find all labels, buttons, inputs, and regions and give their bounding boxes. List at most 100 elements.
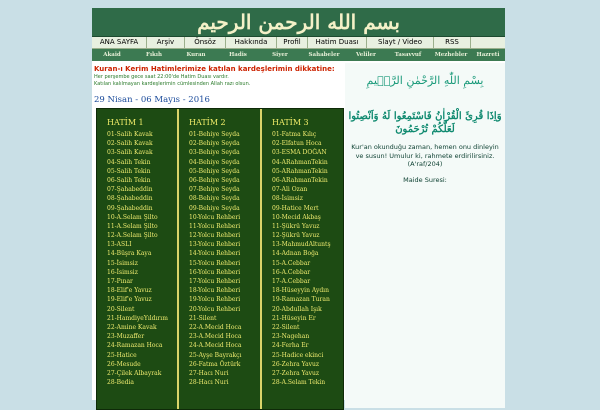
hatim-entry: 17-Pınar: [107, 278, 133, 285]
hatim-entry: 22-Amine Kavak: [107, 323, 157, 331]
notice-line-2: Katılan kalılmayan kardeşlerimin cümlesi…: [94, 81, 251, 87]
hatim-entry: 22-A.Mecid Hoca: [189, 323, 242, 331]
hatim-entry: 23-A.Mecid Hoca: [189, 333, 242, 341]
hatim-entry: 01-Behiye Seyda: [189, 131, 240, 138]
hatim-entry: 14-Yolcu Rehberi: [189, 250, 241, 258]
hatim-entry: 04-Behiye Seyda: [189, 158, 240, 166]
hatim-entry: 04-ARahmanTekin: [272, 158, 328, 166]
hatim-entry: 02-Behiye Seyda: [189, 140, 240, 148]
hatim-entry: 05-Salih Tekin: [107, 167, 151, 175]
nav-item-ana-sayfa[interactable]: ANA SAYFA: [92, 37, 147, 48]
hatim-entry: 27-Çilek Albayrak: [107, 369, 162, 377]
hatim-entry: 09-Behiye Seyda: [189, 204, 240, 212]
hatim-entry: 02-Salih Kavak: [107, 140, 153, 148]
hatim-entry: 14-Adnan Boğa: [272, 250, 319, 258]
nav2-item-sahabeler[interactable]: Sahabeler: [304, 49, 344, 61]
hatim-entry: 28-Bedia: [107, 379, 134, 387]
hatim-entry: 05-Behiye Seyda: [189, 167, 240, 175]
hatim-entry: 18-Yolcu Rehberi: [189, 287, 241, 295]
hatim-entry: 21-Silent: [189, 314, 217, 322]
ayah-translation: Kur'an okunduğu zaman, hemen onu dinleyi…: [351, 143, 499, 168]
nav2-item-hadis[interactable]: Hadis: [220, 49, 256, 61]
hatim-entry: 24-Ramazan Hoca: [107, 342, 163, 350]
hatim-entry: 17-Yolcu Rehberi: [189, 278, 241, 285]
hatim-entry: 19-Ramazan Turan: [272, 296, 330, 304]
page-container: بسم الله الرحمن الرحيم ANA SAYFA Arşiv Ö…: [92, 8, 505, 410]
hatim-entry: 23-Muzaffer: [107, 333, 145, 341]
site-title: بسم الله الرحمن الرحيم: [197, 10, 400, 34]
hatim-entry: 19-Yolcu Rehberi: [189, 296, 241, 304]
site-header: بسم الله الرحمن الرحيم: [92, 8, 505, 37]
hatim-entry: 20-Yolcu Rehberi: [189, 305, 241, 313]
nav2-item-fikih[interactable]: Fıkıh: [136, 49, 172, 61]
hatim-entry: 08-İsimsiz: [272, 195, 303, 203]
hatim-entry: 03-Salih Kavak: [107, 149, 153, 157]
hatim-entry: 20-Abdullah Işık: [272, 305, 322, 313]
hatim-entry: 02-Elfatun Hoca: [272, 140, 322, 148]
hatim-entry: 06-ARahmanTekin: [272, 176, 328, 184]
hatim-entry: 21-Hüseyin Er: [272, 314, 316, 322]
nav-item-hatim-duasi[interactable]: Hatim Duası: [308, 37, 367, 48]
hatim-entry: 26-Fatma Öztürk: [189, 360, 241, 368]
hatim-entry: 03-Behiye Seyda: [189, 149, 240, 157]
hatim-entry: 28-Hacı Nuri: [189, 379, 229, 387]
nav2-item-veliler[interactable]: Veliler: [348, 49, 384, 61]
hatim-entry: 18-Elif'e Yavuz: [107, 287, 152, 295]
notice-heading: Kuran-ı Kerim Hatimlerimize katılan kard…: [94, 65, 335, 73]
hatim-entry: 27-Hacı Nuri: [189, 369, 229, 377]
nav-item-rss[interactable]: RSS: [434, 37, 471, 48]
secondary-nav: Akaid Fıkıh Kuran Hadis Siyer Sahabeler …: [92, 49, 505, 61]
hatim-entry: 06-Behiye Seyda: [189, 176, 240, 184]
hatim-entry: 24-Ferha Er: [272, 342, 309, 350]
hatim-entry: 14-Büşra Kaya: [107, 250, 152, 258]
hatim-column-title: HATİM 3: [272, 118, 309, 127]
hatim-entry: 11-Yolcu Rehberi: [189, 222, 241, 230]
nav2-item-akaid[interactable]: Akaid: [94, 49, 130, 61]
hatim-entry: 06-Salih Tekin: [107, 176, 151, 184]
sidebar-panel: بِسْمِ اللّٰهِ الرَّحْمٰنِ الرَّح۪يمِ وَ…: [345, 63, 505, 408]
hatim-entry: 09-Hatice Mert: [272, 204, 319, 212]
hatim-entry: 15-A.Cebbar: [272, 259, 311, 267]
nav2-item-hazreti[interactable]: Hazreti: [472, 49, 504, 61]
hatim-entry: 07-Ali Ozan: [272, 186, 308, 194]
hatim-entry: 16-A.Cebbar: [272, 268, 311, 276]
hatim-entry: 04-Salih Tekin: [107, 158, 151, 166]
hatim-entry: 18-Hüseyyin Aydın: [272, 287, 329, 295]
hatim-entry: 07-Behiye Seyda: [189, 186, 240, 194]
nav-item-onsoz[interactable]: Önsöz: [185, 37, 226, 48]
sura-source: Maide Suresi:: [403, 176, 447, 184]
primary-nav: ANA SAYFA Arşiv Önsöz Hakkında Profil Ha…: [92, 37, 505, 49]
hatim-entry: 16-İsimsiz: [107, 268, 138, 276]
nav2-item-mezhebler[interactable]: Mezhebler: [432, 49, 470, 61]
nav-item-hakkinda[interactable]: Hakkında: [226, 37, 277, 48]
hatim-entry: 17-A.Cebbar: [272, 278, 311, 285]
hatim-entry: 09-Şahabeddin: [107, 204, 153, 212]
nav2-item-kuran[interactable]: Kuran: [178, 49, 214, 61]
hatim-entry: 05-ARahmanTekin: [272, 167, 328, 175]
hatim-entry: 26-Mesude: [107, 360, 141, 368]
hatim-entry: 15-Yolcu Rehberi: [189, 259, 241, 267]
hatim-column-title: HATİM 2: [189, 118, 226, 127]
hatim-entry: 25-Hadice ekinci: [272, 351, 324, 359]
hatim-entry: 22-Silent: [272, 323, 300, 331]
hatim-entry: 01-Fatma Kılıç: [272, 131, 317, 138]
hatim-entry: 13-MahmudAltuntş: [272, 241, 331, 249]
hatim-entry: 12-Yolcu Rehberi: [189, 232, 241, 240]
hatim-entry: 07-Şahabeddin: [107, 186, 153, 194]
nav-item-profil[interactable]: Profil: [277, 37, 308, 48]
hatim-entry: 20-Silent: [107, 305, 135, 313]
nav-item-arsiv[interactable]: Arşiv: [147, 37, 185, 48]
nav2-item-tasavvuf[interactable]: Tasavvuf: [388, 49, 428, 61]
hatim-entry: 10-Mecid Akbaş: [272, 213, 321, 221]
nav2-item-siyer[interactable]: Siyer: [262, 49, 298, 61]
hatim-entry: 15-İsimsiz: [107, 259, 138, 267]
hatim-entry: 21-HamdiyeYıldırım: [107, 314, 168, 322]
hatim-entry: 25-Ayşe Bayrakçı: [189, 351, 242, 359]
hatim-entry: 08-Behiye Seyda: [189, 195, 240, 203]
nav-item-slayt-video[interactable]: Slayt / Video: [367, 37, 434, 48]
notice-line-1: Her perşembe gece saat 22:00'de Hatim Du…: [94, 74, 229, 80]
bismillah-text: بِسْمِ اللّٰهِ الرَّحْمٰنِ الرَّح۪يمِ: [366, 74, 484, 87]
hatim-entry: 13-Yolcu Rehberi: [189, 241, 241, 249]
ayah-text: وَاِذَا قُرِئَ الْقُرْاٰنُ فَاسْتَمِعُوا…: [348, 111, 502, 135]
hatim-entry: 16-Yolcu Rehberi: [189, 268, 241, 276]
